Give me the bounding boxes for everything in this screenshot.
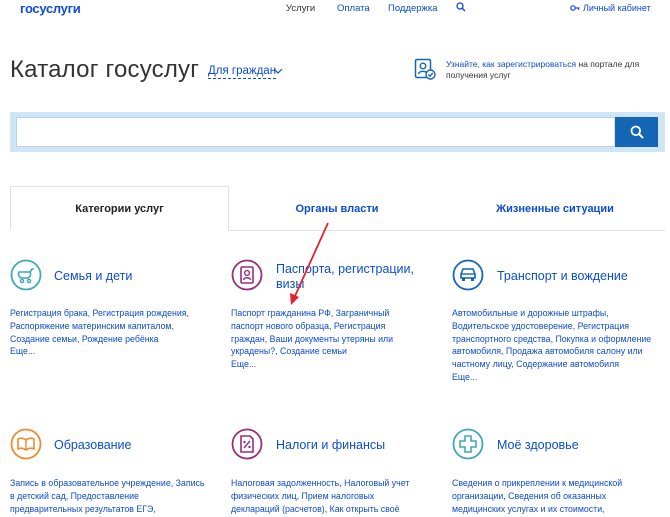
category-desc-passports: Паспорт гражданина РФ, Заграничный паспо… (231, 307, 411, 371)
gosuslugi-logo[interactable]: госуслуги (20, 1, 81, 16)
register-link[interactable]: Узнайте, как зарегистрироваться (446, 59, 576, 69)
audience-selector[interactable]: Для граждан (208, 65, 277, 79)
nav-support[interactable]: Поддержка (388, 3, 438, 14)
key-icon (570, 5, 580, 11)
family-links[interactable]: Регистрация брака, Регистрация рождения,… (10, 308, 189, 356)
register-hint: Узнайте, как зарегистрироваться на порта… (446, 59, 640, 80)
category-desc-taxes: Налоговая задолженность, Налоговый учет … (231, 477, 421, 515)
category-title-transport[interactable]: Транспорт и вождение (497, 269, 628, 284)
education-links[interactable]: Запись в образовательное учреждение, Зап… (10, 478, 204, 514)
search-icon (630, 125, 644, 139)
stroller-icon[interactable] (10, 259, 42, 291)
chevron-down-icon[interactable] (272, 66, 284, 76)
passports-links[interactable]: Паспорт гражданина РФ, Заграничный паспо… (231, 308, 393, 369)
user-register-icon (414, 58, 436, 80)
tab-life-situations[interactable]: Жизненные ситуации (445, 186, 665, 231)
category-title-passports[interactable]: Паспорта, регистрации, визы (276, 262, 426, 292)
cabinet-label: Личный кабинет (583, 3, 651, 13)
category-desc-family: Регистрация брака, Регистрация рождения,… (10, 307, 210, 358)
category-title-taxes[interactable]: Налоги и финансы (276, 438, 385, 453)
nav-services[interactable]: Услуги (286, 3, 315, 14)
category-title-education[interactable]: Образование (54, 438, 131, 453)
medical-cross-icon[interactable] (452, 428, 484, 460)
passport-icon[interactable] (231, 259, 263, 291)
nav-payment[interactable]: Оплата (337, 3, 370, 14)
category-desc-health: Сведения о прикреплении к медицинской ор… (452, 477, 652, 515)
category-desc-education: Запись в образовательное учреждение, Зап… (10, 477, 210, 515)
category-title-health[interactable]: Моё здоровье (497, 438, 579, 453)
category-desc-transport: Автомобильные и дорожные штрафы, Водител… (452, 307, 652, 384)
search-icon[interactable] (456, 2, 466, 12)
tab-categories[interactable]: Категории услуг (10, 186, 229, 231)
category-title-family[interactable]: Семья и дети (54, 269, 132, 284)
top-bar: госуслуги Услуги Оплата Поддержка Личный… (0, 0, 670, 18)
tax-document-icon[interactable] (231, 428, 263, 460)
page-title: Каталог госуслуг (10, 56, 200, 83)
search-button[interactable] (615, 117, 658, 147)
taxes-links[interactable]: Налоговая задолженность, Налоговый учет … (231, 478, 409, 514)
car-icon[interactable] (452, 259, 484, 291)
search-input[interactable] (16, 117, 614, 147)
personal-cabinet-link[interactable]: Личный кабинет (570, 3, 651, 13)
tab-authorities[interactable]: Органы власти (229, 186, 445, 231)
book-icon[interactable] (10, 428, 42, 460)
health-links[interactable]: Сведения о прикреплении к медицинской ор… (452, 478, 622, 514)
transport-links[interactable]: Автомобильные и дорожные штрафы, Водител… (452, 308, 651, 382)
